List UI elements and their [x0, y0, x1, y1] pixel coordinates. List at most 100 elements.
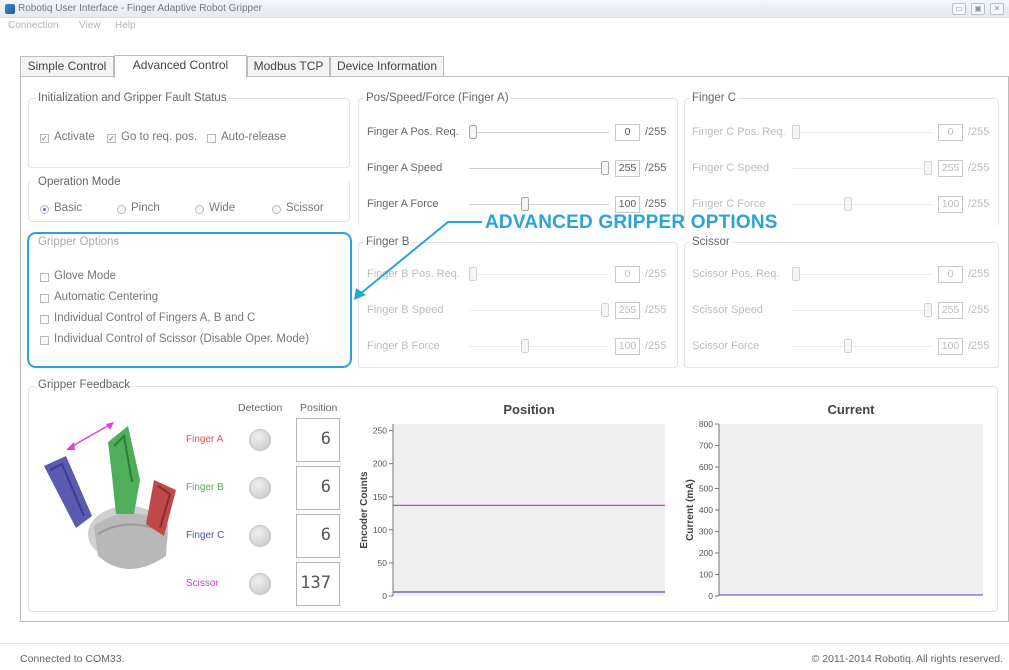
- fingerA-row-2-value-box[interactable]: 100: [615, 196, 640, 213]
- maximize-button[interactable]: ▣: [971, 3, 985, 15]
- scissor-row-0-max: /255: [968, 268, 990, 280]
- fingerB-row-1-slider[interactable]: [469, 310, 609, 311]
- fingerB-row-1-label: Finger B Speed: [367, 304, 444, 316]
- autorelease-checkbox[interactable]: [207, 134, 216, 143]
- menu-help[interactable]: Help: [115, 20, 136, 31]
- fingerC-row-2-slider[interactable]: [792, 204, 932, 205]
- auto-centering-checkbox[interactable]: [40, 294, 49, 303]
- finger-a-title: Pos/Speed/Force (Finger A): [364, 92, 511, 104]
- fingerC-row-0-thumb[interactable]: [792, 125, 800, 139]
- scissor-row-2-value-box[interactable]: 100: [938, 338, 963, 355]
- scissor-row-1-value-box[interactable]: 255: [938, 302, 963, 319]
- individual-fingers-checkbox[interactable]: [40, 315, 49, 324]
- fingerC-row-2-max: /255: [968, 198, 990, 210]
- mode-scissor-radio[interactable]: [272, 205, 281, 214]
- scissor-row-2-max: /255: [968, 340, 990, 352]
- fingerB-row-0-label: Finger B Pos. Req.: [367, 268, 460, 280]
- fingerC-row-2-label: Finger C Force: [692, 198, 766, 210]
- fingerB-row-2-label: Finger B Force: [367, 340, 440, 352]
- fingerA-row-0-value-box[interactable]: 0: [615, 124, 640, 141]
- glove-mode-checkbox[interactable]: [40, 273, 49, 282]
- fingerC-row-1-max: /255: [968, 162, 990, 174]
- activate-label: Activate: [54, 131, 95, 143]
- scissor-row-0-slider[interactable]: [792, 274, 932, 275]
- current-chart: Current 0 100 200 300 400 500 600 700 800 Current …: [685, 402, 983, 601]
- chart-1-tick-label-3: 300: [699, 527, 713, 537]
- mode-basic-radio[interactable]: [40, 205, 49, 214]
- fingerA-row-0-thumb[interactable]: [469, 125, 477, 139]
- fingerA-row-2-label: Finger A Force: [367, 198, 439, 210]
- fingerC-row-1-slider[interactable]: [792, 168, 932, 169]
- feedback-row-0-name: Finger A: [186, 434, 224, 445]
- chart-1-tick-label-0: 0: [708, 591, 713, 601]
- minimize-button[interactable]: ▭: [952, 3, 966, 15]
- chart-1-tick-label-1: 100: [699, 570, 713, 580]
- chart-0-tick-label-1: 50: [378, 558, 388, 568]
- close-button[interactable]: ✕: [990, 3, 1004, 15]
- fingerB-row-2-value-box[interactable]: 100: [615, 338, 640, 355]
- chart-0-tick-label-0: 0: [382, 591, 387, 601]
- individual-fingers-label: Individual Control of Fingers A, B and C: [54, 312, 256, 324]
- scissor-row-0-thumb[interactable]: [792, 267, 800, 281]
- fingerA-row-1-value-box[interactable]: 255: [615, 160, 640, 177]
- feedback-row-2-position-display: 6: [296, 514, 340, 558]
- fingerB-row-2-slider[interactable]: [469, 346, 609, 347]
- fingerB-row-0-slider[interactable]: [469, 274, 609, 275]
- tab-advanced-control[interactable]: Advanced Control: [114, 55, 247, 78]
- goto-checkbox[interactable]: ✓: [107, 134, 116, 143]
- chart-1-tick-label-4: 400: [699, 505, 713, 515]
- title-bar: Robotiq User Interface - Finger Adaptive…: [0, 0, 1009, 18]
- menu-view[interactable]: View: [79, 20, 101, 31]
- fingerC-row-1-value-box[interactable]: 255: [938, 160, 963, 177]
- chart-0-title: Position: [503, 402, 554, 417]
- fingerB-row-0-value-box[interactable]: 0: [615, 266, 640, 283]
- fingerA-row-1-slider[interactable]: [469, 168, 609, 169]
- chart-1-tick-label-2: 200: [699, 548, 713, 558]
- detection-header: Detection: [238, 402, 283, 414]
- fingerC-row-1-thumb[interactable]: [924, 161, 932, 175]
- fingerB-row-0-max: /255: [645, 268, 667, 280]
- scissor-row-1-thumb[interactable]: [924, 303, 932, 317]
- fingerC-row-2-thumb[interactable]: [843, 197, 852, 211]
- tab-device-information[interactable]: Device Information: [330, 56, 444, 77]
- chart-1-tick-label-7: 700: [699, 441, 713, 451]
- individual-scissor-checkbox[interactable]: [40, 336, 49, 345]
- status-text: Connected to COM33.: [20, 653, 125, 665]
- fingerB-row-0-thumb[interactable]: [469, 267, 477, 281]
- chart-0-tick-label-3: 150: [373, 492, 387, 502]
- position-chart: Position 0 50 100 150 200 250 Encoder Counts: [359, 402, 665, 601]
- mode-wide-radio[interactable]: [195, 205, 204, 214]
- fingerC-row-0-max: /255: [968, 126, 990, 138]
- feedback-row-1-position-display: 6: [296, 466, 340, 510]
- init-group-title: Initialization and Gripper Fault Status: [36, 92, 229, 104]
- menu-connection[interactable]: Connection: [8, 20, 59, 31]
- fingerB-row-1-max: /255: [645, 304, 667, 316]
- scissor-row-2-label: Scissor Force: [692, 340, 760, 352]
- fingerA-row-2-thumb[interactable]: [520, 197, 529, 211]
- feedback-row-3-position-display: 137: [296, 562, 340, 606]
- fingerC-row-1-label: Finger C Speed: [692, 162, 770, 174]
- fingerC-row-0-value-box[interactable]: 0: [938, 124, 963, 141]
- fingerA-row-2-slider[interactable]: [469, 204, 609, 205]
- tab-modbus-tcp[interactable]: Modbus TCP: [247, 56, 330, 77]
- scissor-row-1-slider[interactable]: [792, 310, 932, 311]
- scissor-row-2-slider[interactable]: [792, 346, 932, 347]
- tab-simple-control[interactable]: Simple Control: [20, 56, 114, 77]
- menu-bar: Connection View Help: [0, 19, 1009, 33]
- scissor-row-0-label: Scissor Pos. Req.: [692, 268, 780, 280]
- fingerB-row-2-thumb[interactable]: [520, 339, 529, 353]
- fingerA-row-0-slider[interactable]: [469, 132, 609, 133]
- feedback-row-2-name: Finger C: [186, 530, 225, 541]
- fingerC-row-0-slider[interactable]: [792, 132, 932, 133]
- scissor-row-2-thumb[interactable]: [843, 339, 852, 353]
- mode-scissor-label: Scissor: [286, 202, 324, 214]
- activate-checkbox[interactable]: ✓: [40, 134, 49, 143]
- fingerB-row-1-value-box[interactable]: 255: [615, 302, 640, 319]
- fingerB-row-1-thumb[interactable]: [601, 303, 609, 317]
- feedback-row-0-detection-led: [249, 429, 271, 451]
- mode-pinch-radio[interactable]: [117, 205, 126, 214]
- gripper-options-title: Gripper Options: [36, 236, 122, 248]
- fingerA-row-1-thumb[interactable]: [601, 161, 609, 175]
- fingerC-row-2-value-box[interactable]: 100: [938, 196, 963, 213]
- scissor-row-0-value-box[interactable]: 0: [938, 266, 963, 283]
